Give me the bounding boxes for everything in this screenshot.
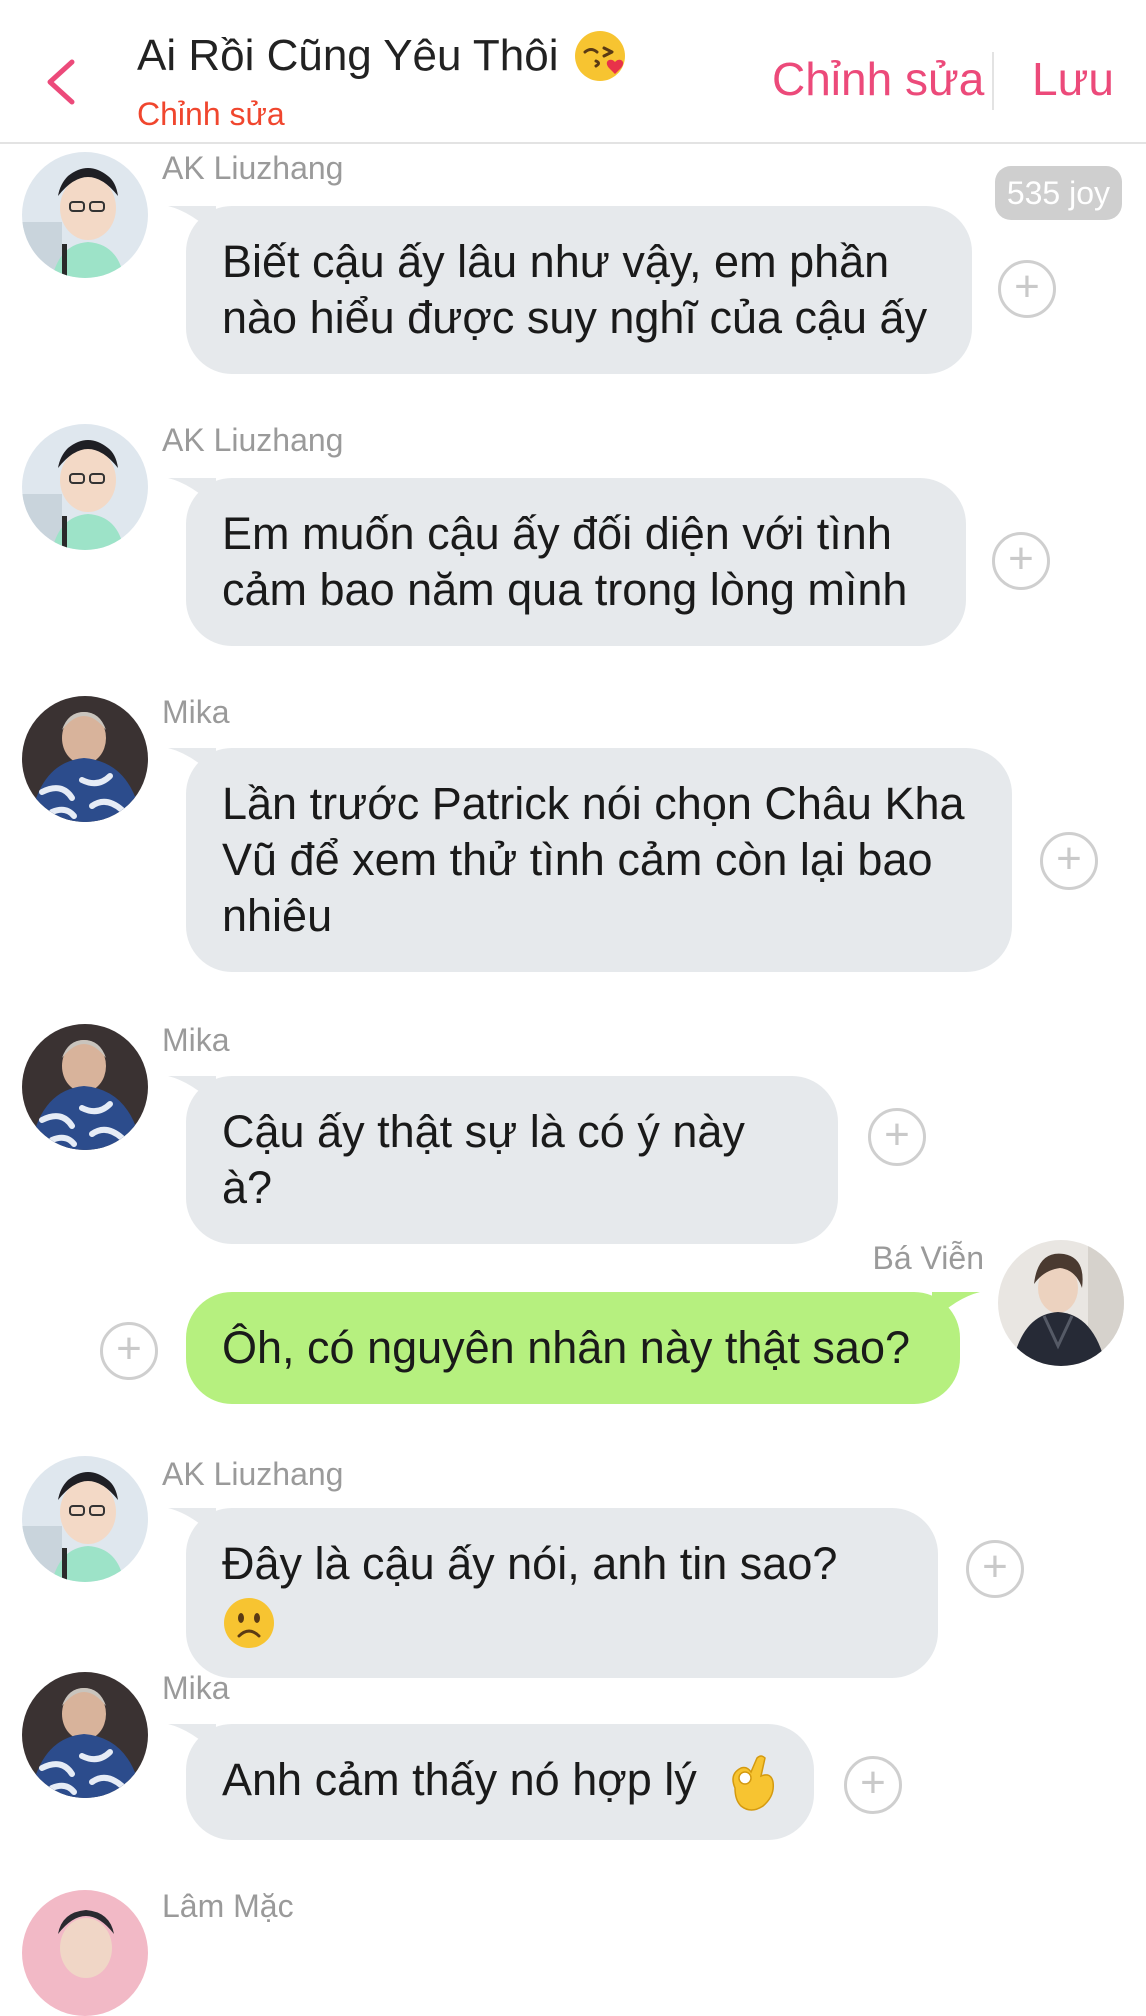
message-bubble[interactable]: Biết cậu ấy lâu như vậy, em phần nào hiể… [168,206,972,374]
message-bubble[interactable]: Anh cảm thấy nó hợp lý [168,1724,814,1841]
react-add-button[interactable]: + [998,260,1056,318]
message-text: Ôh, có nguyên nhân này thật sao? [222,1322,911,1373]
message-text: Anh cảm thấy nó hợp lý [222,1754,697,1805]
react-add-button[interactable]: + [966,1540,1024,1598]
chevron-left-icon [47,59,75,105]
message-bubble[interactable]: Lần trước Patrick nói chọn Châu Kha Vũ đ… [168,748,1012,972]
plus-icon: + [1014,262,1040,311]
avatar-ba-vien[interactable] [998,1240,1124,1366]
plus-icon: + [860,1758,886,1807]
bubble-tail [932,1292,980,1322]
sender-name: AK Liuzhang [162,150,344,186]
message-bubble[interactable]: Đây là cậu ấy nói, anh tin sao? [168,1508,938,1679]
kissing-face-with-heart-icon [574,31,625,81]
react-add-button[interactable]: + [100,1322,158,1380]
avatar-lam-mac[interactable] [22,1890,148,2016]
message-text: Cậu ấy thật sự là có ý này à? [222,1106,745,1213]
plus-icon: + [982,1542,1008,1591]
chat-title-text: Ai Rồi Cũng Yêu Thôi [137,31,559,80]
sender-name: Mika [162,1670,230,1706]
plus-icon: + [1056,834,1082,883]
react-add-button[interactable]: + [992,532,1050,590]
save-button[interactable]: Lưu [1032,52,1114,106]
avatar-ak-liuzhang[interactable] [22,1456,148,1582]
plus-icon: + [884,1110,910,1159]
sender-name: Mika [162,694,230,730]
bubble-tail [168,478,216,508]
react-add-button[interactable]: + [1040,832,1098,890]
sender-name: Lâm Mặc [162,1888,294,1924]
message-bubble[interactable]: Ôh, có nguyên nhân này thật sao? [186,1292,980,1404]
avatar-ak-liuzhang[interactable] [22,152,148,278]
ok-hand-icon [732,1755,775,1811]
chat-title: Ai Rồi Cũng Yêu Thôi [137,28,629,84]
message-bubble[interactable]: Em muốn cậu ấy đối diện với tình cảm bao… [168,478,966,646]
message-text: Em muốn cậu ấy đối diện với tình cảm bao… [222,508,908,615]
back-button[interactable] [30,38,90,126]
sender-name: Bá Viễn [872,1240,985,1276]
header-divider [992,52,994,110]
chat-subtitle-edit-link[interactable]: Chỉnh sửa [137,96,285,133]
avatar-mika[interactable] [22,1672,148,1798]
plus-icon: + [1008,534,1034,583]
edit-button[interactable]: Chỉnh sửa [772,52,984,106]
sender-name: AK Liuzhang [162,1456,344,1492]
message-text: Đây là cậu ấy nói, anh tin sao? [222,1538,838,1589]
react-add-button[interactable]: + [844,1756,902,1814]
bubble-tail [168,206,216,236]
plus-icon: + [116,1324,142,1373]
sender-name: AK Liuzhang [162,422,344,458]
avatar-ak-liuzhang[interactable] [22,424,148,550]
sender-name: Mika [162,1022,230,1058]
avatar-mika[interactable] [22,1024,148,1150]
bubble-tail [168,1076,216,1106]
message-bubble[interactable]: Cậu ấy thật sự là có ý này à? [168,1076,838,1244]
bubble-tail [168,748,216,778]
slightly-frowning-face-icon [224,1598,274,1649]
react-add-button[interactable]: + [868,1108,926,1166]
message-text: Lần trước Patrick nói chọn Châu Kha Vũ đ… [222,778,965,941]
message-text: Biết cậu ấy lâu như vậy, em phần nào hiể… [222,236,928,343]
bubble-tail [168,1508,216,1538]
avatar-mika[interactable] [22,696,148,822]
bubble-tail [168,1724,216,1754]
chat-header: Ai Rồi Cũng Yêu Thôi Chỉnh sửa Chỉnh sửa… [0,0,1146,144]
joy-points-badge: 535 joy [994,166,1122,220]
